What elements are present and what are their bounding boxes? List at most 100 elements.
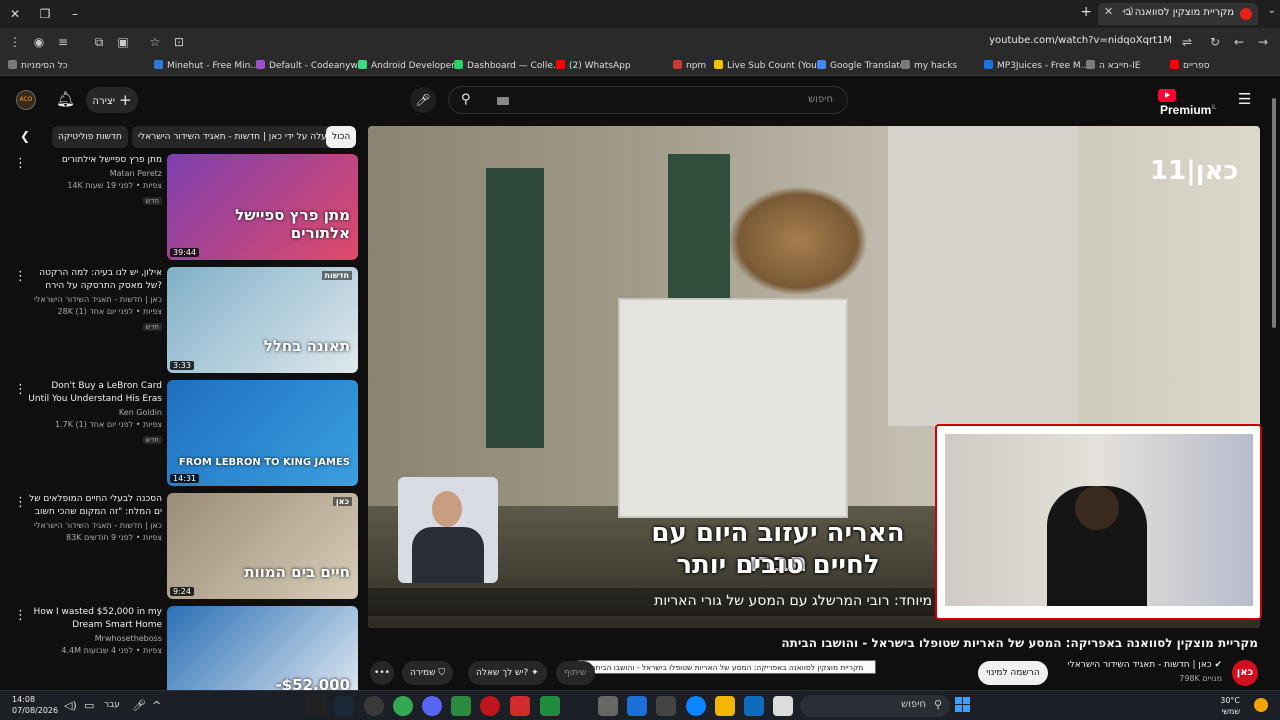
bookmark-item[interactable]: ספריים [1170, 60, 1210, 71]
search-icon[interactable]: ⚲ [461, 92, 477, 108]
restore-window-icon[interactable]: ❐ [36, 5, 54, 23]
recommendation-thumbnail[interactable]: מתן פרץ ספיישל אלתורים [167, 154, 358, 260]
youtube-premium-logo[interactable]: PremiumIL [1158, 89, 1228, 117]
more-options-icon[interactable]: ⋮ [14, 269, 27, 284]
app-icon[interactable] [773, 696, 793, 716]
more-options-icon[interactable]: ⋮ [14, 382, 27, 397]
channel-avatar[interactable]: כאן [1232, 660, 1258, 686]
chip-politics[interactable]: חדשות פוליטיקה [52, 126, 128, 148]
forward-icon[interactable]: ← [1230, 33, 1248, 51]
recommendation-thumbnail[interactable]: תאונה בחלל חדשות [167, 267, 358, 373]
recommendation-item[interactable]: ⋮ הסכנה לבעלי החיים המופלאים של ים המלח: … [0, 493, 360, 599]
recommendation-title[interactable]: Don't Buy a LeBron Card Until You Unders… [28, 380, 162, 406]
browser-tab[interactable]: מקריית מוצקין לסוואנה באפ ◁) ✕ [1098, 3, 1258, 25]
bookmark-item[interactable]: חייבא ה-IE [1086, 60, 1140, 71]
app-icon[interactable] [480, 696, 500, 716]
menu-dots-icon[interactable]: ⋮ [6, 33, 24, 51]
bookmark-item[interactable]: Google Translate [817, 60, 905, 71]
notifications-bell-icon[interactable]: 🔔︎ [56, 90, 75, 108]
recommendation-item[interactable]: ⋮ אילון, יש לנו בעיה: למה הרקטה של מאסק ה… [0, 267, 360, 373]
chrome-icon[interactable] [393, 696, 413, 716]
page-scrollbar[interactable] [1270, 84, 1278, 690]
extension-badge-icon[interactable]: ▣ [114, 33, 132, 51]
microphone-icon[interactable]: 🎤︎ [132, 699, 146, 712]
bookmark-item[interactable]: Android Developers [358, 60, 460, 71]
bookmark-item[interactable]: my hacks [901, 60, 957, 71]
app-icon[interactable] [598, 696, 618, 716]
tab-search-icon[interactable]: ⌄ [1268, 5, 1276, 16]
taskbar-search[interactable]: חיפוש ⚲ [800, 695, 950, 717]
ask-button[interactable]: יש לך שאלה? ✦ [468, 661, 547, 685]
app-icon[interactable] [306, 696, 326, 716]
site-settings-icon[interactable]: ⇌ [1178, 33, 1196, 51]
recommendation-item[interactable]: ⋮ מתן פרץ ספיישל אילתורים Matan Peretz 14K … [0, 154, 360, 260]
more-options-icon[interactable]: ⋮ [14, 156, 27, 171]
app-icon[interactable] [627, 696, 647, 716]
more-actions-button[interactable]: ••• [370, 661, 394, 685]
app-icon[interactable] [364, 696, 384, 716]
recommendation-channel[interactable]: כאן | חדשות - תאגיד השידור הישראלי [28, 294, 162, 306]
app-icon[interactable] [656, 696, 676, 716]
steam-icon[interactable] [334, 696, 354, 716]
queue-icon[interactable]: ≡ [54, 33, 72, 51]
weather-widget[interactable]: 30°C שמשי [1220, 695, 1240, 717]
bookmark-item[interactable]: npm [673, 60, 706, 71]
recommendation-thumbnail[interactable]: FROM LEBRON TO KING JAMES [167, 380, 358, 486]
app-icon[interactable] [540, 696, 560, 716]
create-button[interactable]: יצירה + [86, 87, 138, 113]
scrollbar-thumb[interactable] [1272, 98, 1276, 328]
bookmark-item[interactable]: Dashboard — Colle... [454, 60, 561, 71]
recommendation-title[interactable]: אילון, יש לנו בעיה: למה הרקטה של מאסק הת… [28, 267, 162, 293]
bookmark-item[interactable]: (2) WhatsApp [556, 60, 631, 71]
address-bar[interactable]: youtube.com/watch?v=nidqoXqrt1M [989, 35, 1172, 46]
discord-icon[interactable] [422, 696, 442, 716]
app-icon[interactable] [510, 696, 530, 716]
recommendation-channel[interactable]: Mrwhosetheboss [28, 633, 162, 645]
recommendation-channel[interactable]: כאן | חדשות - תאגיד השידור הישראלי [28, 520, 162, 532]
voice-search-icon[interactable]: 🎤︎ [410, 87, 436, 113]
recommendation-channel[interactable]: Matan Peretz [28, 168, 162, 180]
recommendation-channel[interactable]: Ken Goldin [28, 407, 162, 419]
bookmark-item[interactable]: כל הסימניות [8, 60, 68, 71]
back-icon[interactable]: → [1254, 33, 1272, 51]
chip-all[interactable]: הכול [326, 126, 357, 148]
save-button[interactable]: שמירה ⛉ [402, 661, 454, 685]
recommendation-item[interactable]: ⋮ Don't Buy a LeBron Card Until You Under… [0, 380, 360, 486]
install-app-icon[interactable]: ⊡ [170, 33, 188, 51]
hamburger-menu-icon[interactable]: ☰ [1238, 90, 1251, 108]
channel-name[interactable]: ✔︎ כאן | חדשות - תאגיד השידור הישראלי [1068, 660, 1222, 670]
bookmark-item[interactable]: Default - Codeanyw... [256, 60, 366, 71]
recommendation-title[interactable]: הסכנה לבעלי החיים המופלאים של ים המלח: "… [28, 493, 162, 519]
bookmark-item[interactable]: Live Sub Count (You... [714, 60, 825, 71]
keyboard-icon[interactable] [497, 97, 509, 105]
more-options-icon[interactable]: ⋮ [14, 608, 27, 623]
battery-icon[interactable]: ▭ [84, 699, 94, 712]
more-options-icon[interactable]: ⋮ [14, 495, 27, 510]
windows-start-icon[interactable] [955, 697, 971, 713]
edge-icon[interactable] [686, 696, 706, 716]
recommendation-thumbnail[interactable]: חיים בים המוות כאן [167, 493, 358, 599]
tab-close-icon[interactable]: ✕ [1104, 5, 1113, 18]
subscribe-button[interactable]: הרשמה למינוי [978, 661, 1048, 685]
avatar[interactable]: ACO [16, 90, 36, 110]
chevron-left-icon[interactable]: ❮ [20, 129, 30, 143]
bookmark-star-icon[interactable]: ☆ [146, 33, 164, 51]
taskbar-clock[interactable]: 14:08 07/08/2026 [12, 694, 58, 716]
audio-playing-icon[interactable]: ◁) [1122, 6, 1134, 17]
language-indicator[interactable]: עבר [104, 700, 120, 710]
reload-icon[interactable]: ↻ [1206, 33, 1224, 51]
app-icon[interactable] [744, 696, 764, 716]
recommendation-title[interactable]: מתן פרץ ספיישל אילתורים [28, 154, 162, 167]
bookmark-item[interactable]: MP3Juices - Free M... [984, 60, 1089, 71]
chevron-up-icon[interactable]: ^ [152, 699, 161, 712]
bookmark-item[interactable]: Minehut - Free Min... [154, 60, 259, 71]
new-tab-button[interactable]: + [1080, 4, 1092, 20]
file-explorer-icon[interactable] [715, 696, 735, 716]
share-button[interactable]: שיתוף [556, 661, 595, 685]
close-window-icon[interactable]: ✕ [6, 5, 24, 23]
profile-icon[interactable]: ◉ [30, 33, 48, 51]
app-icon[interactable] [451, 696, 471, 716]
minimize-window-icon[interactable]: – [66, 5, 84, 23]
chip-uploaded-by-kan[interactable]: הועלה על ידי כאן | חדשות - תאגיד השידור … [132, 126, 342, 148]
volume-icon[interactable]: ◁) [64, 699, 77, 712]
